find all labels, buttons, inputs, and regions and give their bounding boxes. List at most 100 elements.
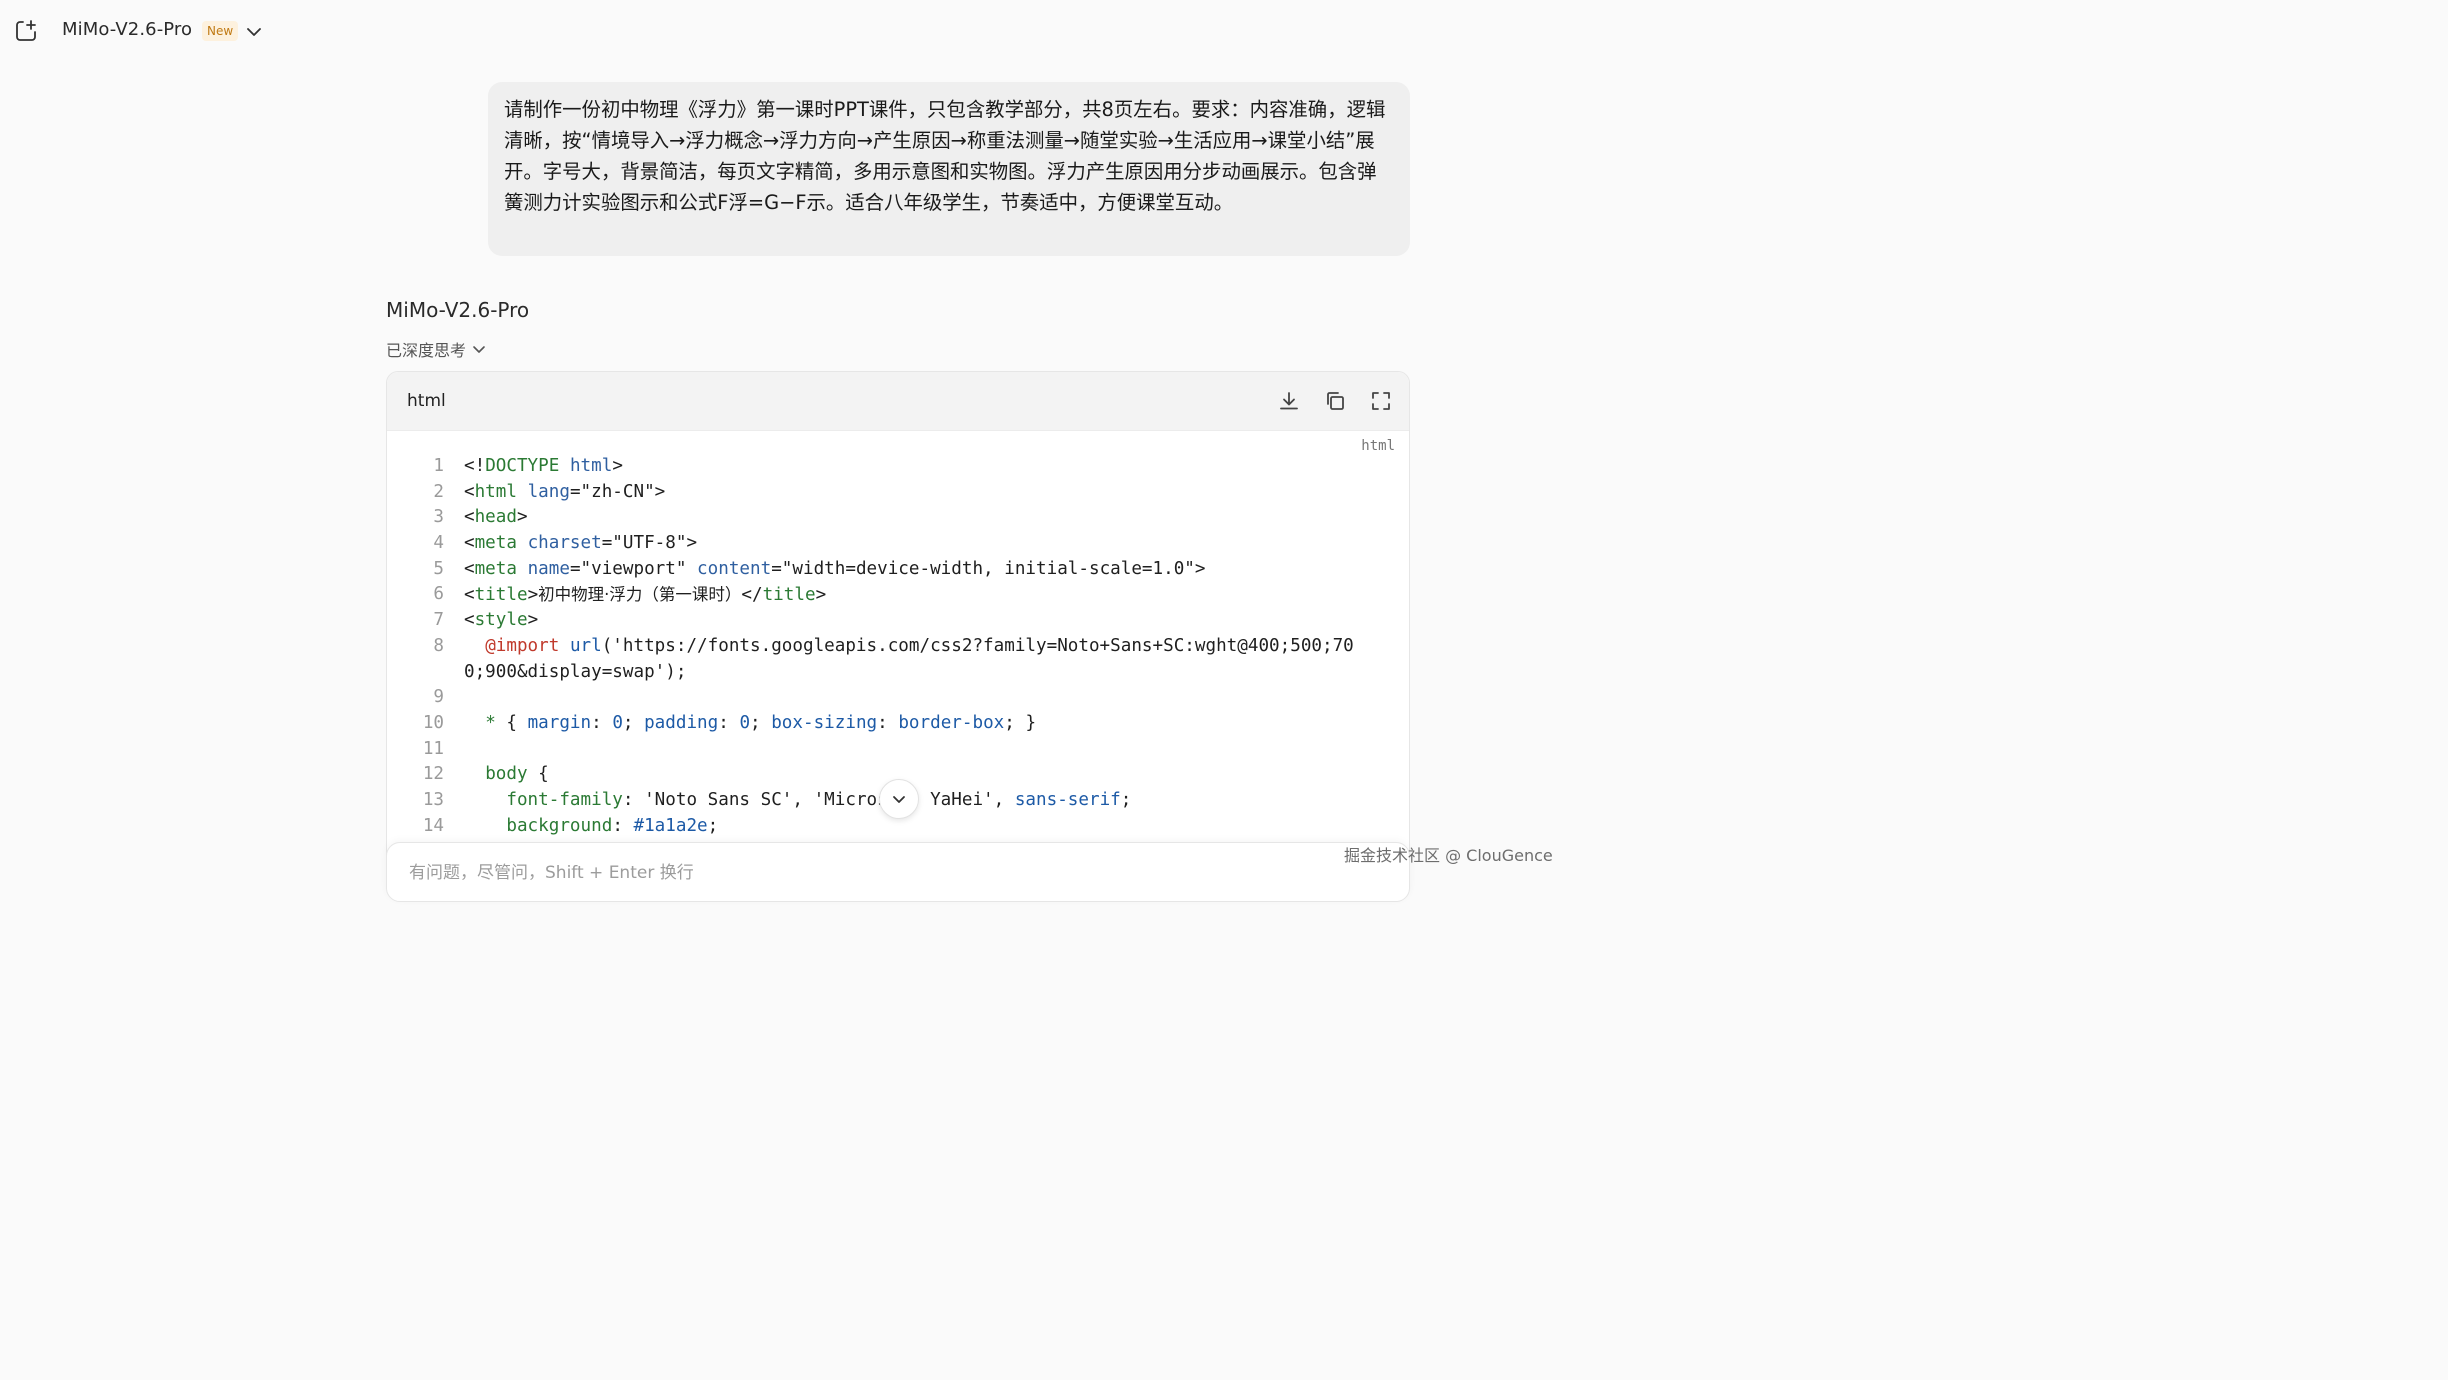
code-text: * { margin: 0; padding: 0; box-sizing: b…: [464, 711, 1036, 737]
code-language-corner: html: [1361, 438, 1395, 454]
code-token: box-sizing: [771, 712, 878, 733]
chevron-down-icon[interactable]: [244, 22, 264, 42]
code-token: ;: [750, 712, 772, 733]
download-icon[interactable]: [1277, 389, 1301, 413]
fullscreen-icon[interactable]: [1369, 389, 1393, 413]
line-number: 11: [422, 738, 444, 759]
code-token: >: [612, 456, 623, 476]
code-token: title: [474, 585, 528, 606]
code-line: 7 <style>: [387, 608, 1409, 634]
code-token: DOCTYPE: [485, 456, 560, 476]
code-token: 0: [739, 712, 751, 733]
line-number: 3: [433, 507, 444, 528]
code-language-label: html: [407, 391, 446, 411]
code-text: <meta name="viewport" content="width=dev…: [464, 557, 1206, 583]
user-message-text: 请制作一份初中物理《浮力》第一课时PPT课件，只包含教学部分，共8页左右。要求：…: [504, 98, 1386, 214]
code-token: margin: [527, 712, 592, 733]
code-token: 0: [612, 712, 623, 733]
code-text: 0;900&display=swap');: [464, 660, 686, 686]
code-token: :: [718, 712, 740, 733]
code-token: <: [464, 610, 475, 631]
chevron-down-icon: [893, 796, 905, 803]
code-token: ;: [622, 712, 645, 733]
code-text: body {: [464, 762, 549, 788]
code-token: :: [591, 712, 613, 733]
code-line: 6 <title>初中物理·浮力（第一课时）</title>: [387, 582, 1409, 608]
line-number: 5: [433, 558, 444, 579]
code-token: <!: [464, 456, 486, 476]
chevron-down-icon: [473, 346, 485, 353]
code-token: border-box: [898, 712, 1005, 733]
code-line: 1 <!DOCTYPE html>: [387, 454, 1409, 480]
code-token: {: [527, 764, 549, 785]
code-token: meta: [474, 533, 517, 554]
code-token: >: [527, 610, 539, 631]
code-line: 4 <meta charset="UTF-8">: [387, 531, 1409, 557]
scroll-to-bottom-button[interactable]: [879, 779, 919, 819]
code-line: 8 @import url('https://fonts.googleapis.…: [387, 634, 1409, 660]
code-block-header: html: [387, 372, 1409, 431]
copy-icon[interactable]: [1323, 389, 1347, 413]
new-badge: New: [202, 21, 239, 41]
code-token: name: [527, 558, 570, 579]
code-token: *: [485, 712, 496, 733]
code-token: ;: [707, 815, 719, 836]
code-token: html: [474, 481, 517, 502]
new-chat-icon[interactable]: [14, 18, 40, 44]
code-token: ="zh-CN">: [569, 481, 666, 502]
code-token: <: [464, 507, 475, 528]
code-token: ="width=device-width, initial-scale=1.0"…: [771, 558, 1206, 579]
code-token: :: [877, 712, 899, 733]
code-token: : 'Noto Sans SC', 'Microsoft YaHei',: [622, 789, 1015, 810]
code-token: meta: [474, 558, 517, 579]
code-token: url: [569, 635, 602, 656]
code-line: 2 <html lang="zh-CN">: [387, 480, 1409, 506]
message-composer: [386, 842, 1410, 902]
code-token: padding: [644, 712, 719, 733]
code-token: font-family: [506, 789, 623, 810]
code-token: style: [474, 610, 528, 631]
code-token: >: [815, 585, 827, 606]
line-number: 2: [433, 481, 444, 502]
line-number: 14: [422, 815, 444, 836]
code-text: <meta charset="UTF-8">: [464, 531, 697, 557]
line-number: 8: [433, 635, 444, 656]
code-token: title: [762, 585, 816, 606]
line-number: 13: [422, 789, 444, 810]
code-token: charset: [527, 533, 602, 554]
line-number: 1: [433, 456, 444, 476]
code-token: background: [506, 815, 613, 836]
code-token: lang: [527, 481, 570, 502]
code-token: 初中物理·浮力（第一课时）: [538, 585, 742, 605]
code-token: sans-serif: [1014, 789, 1121, 810]
code-token: content: [697, 558, 772, 579]
thinking-label: 已深度思考: [386, 341, 467, 360]
line-number: 12: [422, 764, 444, 785]
message-input[interactable]: [409, 863, 1309, 883]
code-text: <html lang="zh-CN">: [464, 480, 665, 506]
top-bar: MiMo-V2.6-Pro New: [0, 0, 1568, 62]
code-text: font-family: 'Noto Sans SC', 'Microsoft …: [464, 788, 1131, 814]
code-text: <head>: [464, 505, 528, 531]
user-message-bubble: 请制作一份初中物理《浮力》第一课时PPT课件，只包含教学部分，共8页左右。要求：…: [488, 82, 1410, 256]
code-text: @import url('https://fonts.googleapis.co…: [464, 634, 1354, 660]
line-number: 7: [433, 610, 444, 631]
code-token: 0;900&display=swap');: [464, 661, 687, 682]
thinking-toggle[interactable]: 已深度思考: [386, 337, 488, 361]
code-text: background: #1a1a2e;: [464, 814, 718, 840]
code-token: head: [474, 507, 517, 528]
line-number: 9: [433, 687, 444, 708]
code-line: 10 * { margin: 0; padding: 0; box-sizing…: [387, 711, 1409, 737]
model-selector-label[interactable]: MiMo-V2.6-Pro: [62, 19, 192, 40]
code-line: 9: [387, 685, 1409, 711]
code-token: ; }: [1004, 712, 1037, 733]
code-token: ;: [1120, 789, 1132, 810]
